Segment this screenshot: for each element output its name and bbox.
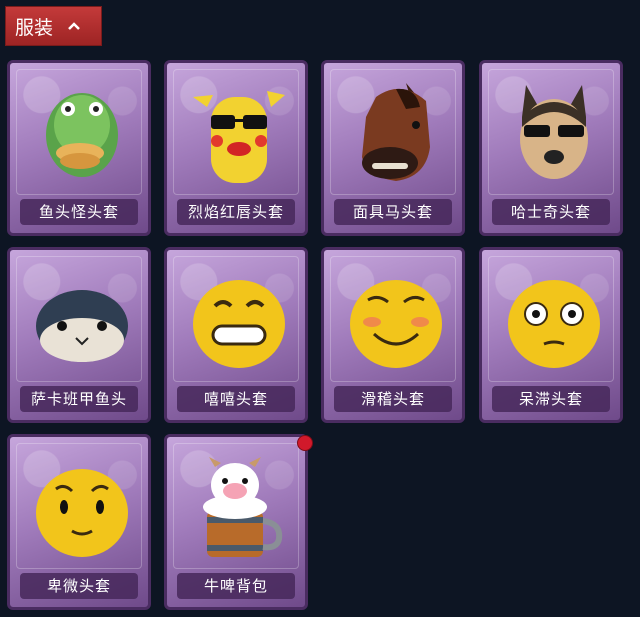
- grin-emoji-mask-icon: [193, 280, 285, 368]
- item-grid: 鱼头怪头套 烈焰红唇头套 面具马头套 哈士奇头套 萨卡班甲鱼头 嘻嘻头套 滑稽头…: [0, 0, 640, 617]
- new-badge: [297, 435, 313, 451]
- stunned-emoji-mask-icon: [508, 280, 600, 368]
- item-card-red-lips[interactable]: 烈焰红唇头套: [164, 60, 308, 236]
- item-card-humble[interactable]: 卑微头套: [7, 434, 151, 610]
- item-name: 滑稽头套: [334, 386, 452, 412]
- horse-mask-icon: [362, 83, 430, 181]
- cow-beer-backpack-icon: [203, 457, 283, 557]
- item-card-grin[interactable]: 嘻嘻头套: [164, 247, 308, 423]
- item-name: 嘻嘻头套: [177, 386, 295, 412]
- husky-mask-icon: [520, 85, 588, 179]
- item-name: 呆滞头套: [492, 386, 610, 412]
- item-card-horse[interactable]: 面具马头套: [321, 60, 465, 236]
- item-card-cow-beer[interactable]: 牛啤背包: [164, 434, 308, 610]
- sacabambaspis-head-icon: [36, 290, 128, 362]
- item-name: 烈焰红唇头套: [177, 199, 295, 225]
- item-name: 牛啤背包: [177, 573, 295, 599]
- item-card-fish-head[interactable]: 鱼头怪头套: [7, 60, 151, 236]
- item-name: 面具马头套: [334, 199, 452, 225]
- item-name: 哈士奇头套: [492, 199, 610, 225]
- item-card-funny[interactable]: 滑稽头套: [321, 247, 465, 423]
- item-name: 鱼头怪头套: [20, 199, 138, 225]
- item-name: 卑微头套: [20, 573, 138, 599]
- item-card-sacabambaspis[interactable]: 萨卡班甲鱼头: [7, 247, 151, 423]
- item-card-stunned[interactable]: 呆滞头套: [479, 247, 623, 423]
- funny-emoji-mask-icon: [350, 280, 442, 368]
- humble-emoji-mask-icon: [36, 469, 128, 557]
- item-name: 萨卡班甲鱼头: [20, 386, 138, 412]
- item-card-husky[interactable]: 哈士奇头套: [479, 60, 623, 236]
- fish-head-mask-icon: [46, 93, 118, 177]
- yellow-red-lips-mask-icon: [193, 91, 285, 183]
